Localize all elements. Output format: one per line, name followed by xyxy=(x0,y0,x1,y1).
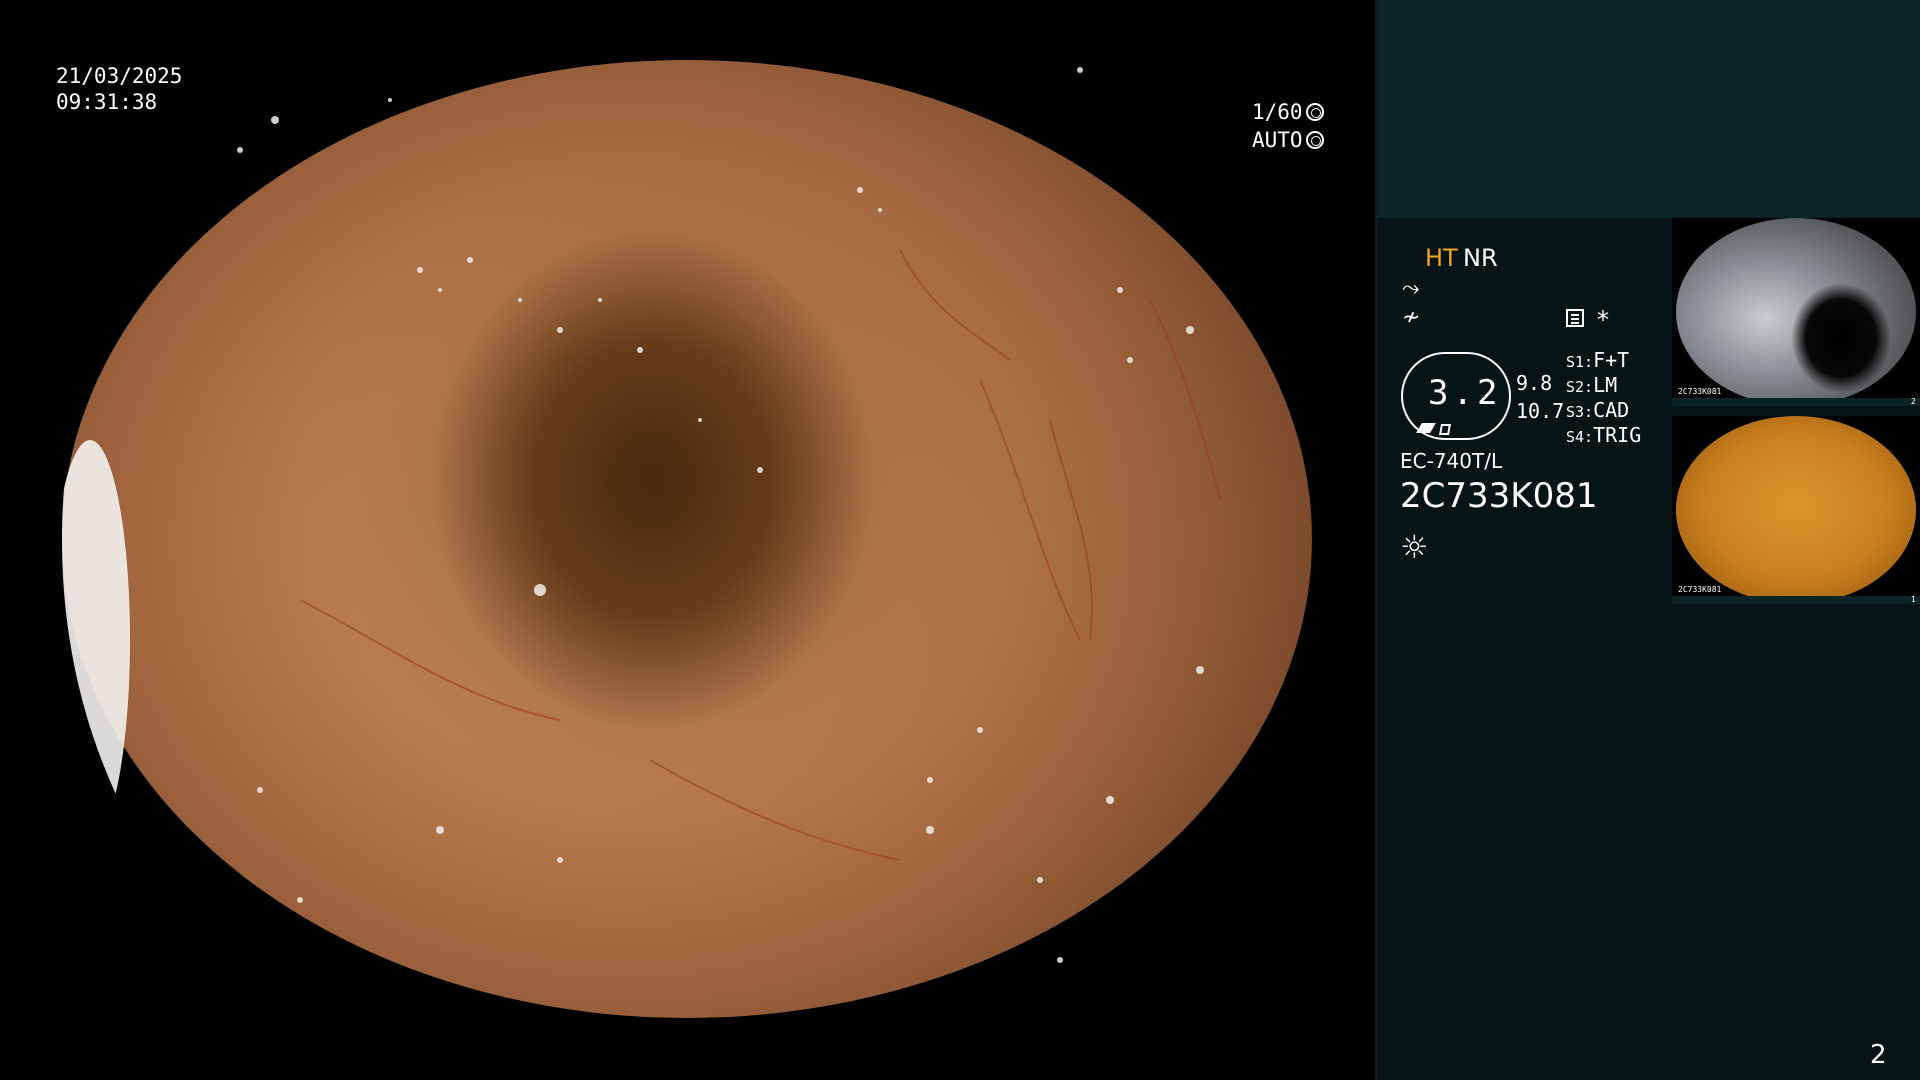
exam-date: 21/03/2025 xyxy=(56,64,183,88)
endoscope-view: 21/03/2025 09:31:38 1/60 AUTO xyxy=(0,0,1375,1080)
scope-model: EC-740T/L xyxy=(1400,449,1503,473)
shutter-icon xyxy=(1305,103,1324,121)
capture-thumbnail[interactable]: 2C733K081 2 xyxy=(1672,218,1920,406)
filter-icon: ≁ xyxy=(1402,305,1421,330)
switch-row: S2:LM xyxy=(1566,373,1617,397)
enhance-icon: ⤳ xyxy=(1402,276,1420,301)
switch-key: S3: xyxy=(1566,403,1594,421)
agc-value: AUTO xyxy=(1252,128,1303,152)
reading-value-1: 9.8 xyxy=(1516,371,1553,395)
panel-header-area xyxy=(1375,0,1920,218)
switch-row: S4:TRIG xyxy=(1566,423,1641,447)
zoom-frame-icon xyxy=(1439,424,1451,435)
switch-key: S2: xyxy=(1566,378,1594,396)
switch-key: S4: xyxy=(1566,428,1594,446)
thumbnail-bar xyxy=(1672,398,1920,406)
endoscopic-image xyxy=(62,60,1312,1018)
thumbnail-number: 2 xyxy=(1910,397,1916,406)
thumbnail-bar xyxy=(1672,596,1920,604)
light-icon: ☼ xyxy=(1400,528,1429,566)
thumbnail-number: 1 xyxy=(1910,595,1916,604)
switch-row: S3:CAD xyxy=(1566,398,1629,422)
iris-icon xyxy=(1305,131,1324,149)
reading-value-2: 10.7 xyxy=(1516,399,1565,423)
agc-readout: AUTO xyxy=(1252,127,1324,153)
switch-value: LM xyxy=(1593,373,1618,397)
switch-value: TRIG xyxy=(1593,423,1642,447)
panel-divider xyxy=(1375,0,1377,1080)
switch-key: S1: xyxy=(1566,353,1594,371)
menu-icon xyxy=(1566,309,1584,327)
nr-indicator: NR xyxy=(1463,244,1498,272)
switch-value: F+T xyxy=(1593,348,1630,372)
switch-value: CAD xyxy=(1593,398,1630,422)
zoom-value: 3.2 xyxy=(1428,373,1502,413)
page-number: 2 xyxy=(1870,1040,1887,1070)
thumbnail-image xyxy=(1676,416,1916,604)
switch-row: S1:F+T xyxy=(1566,348,1629,372)
shutter-value: 1/60 xyxy=(1252,100,1303,124)
star-indicator: * xyxy=(1597,306,1609,334)
shutter-readout: 1/60 xyxy=(1252,99,1324,125)
capture-thumbnail[interactable]: 2C733K081 1 xyxy=(1672,416,1920,604)
thumbnail-image xyxy=(1676,218,1916,406)
exam-time: 09:31:38 xyxy=(56,90,158,114)
thumbnail-caption: 2C733K081 xyxy=(1678,387,1722,396)
ht-indicator: HT xyxy=(1425,244,1458,272)
thumbnail-caption: 2C733K081 xyxy=(1678,585,1722,594)
scope-serial: 2C733K081 xyxy=(1400,476,1598,516)
